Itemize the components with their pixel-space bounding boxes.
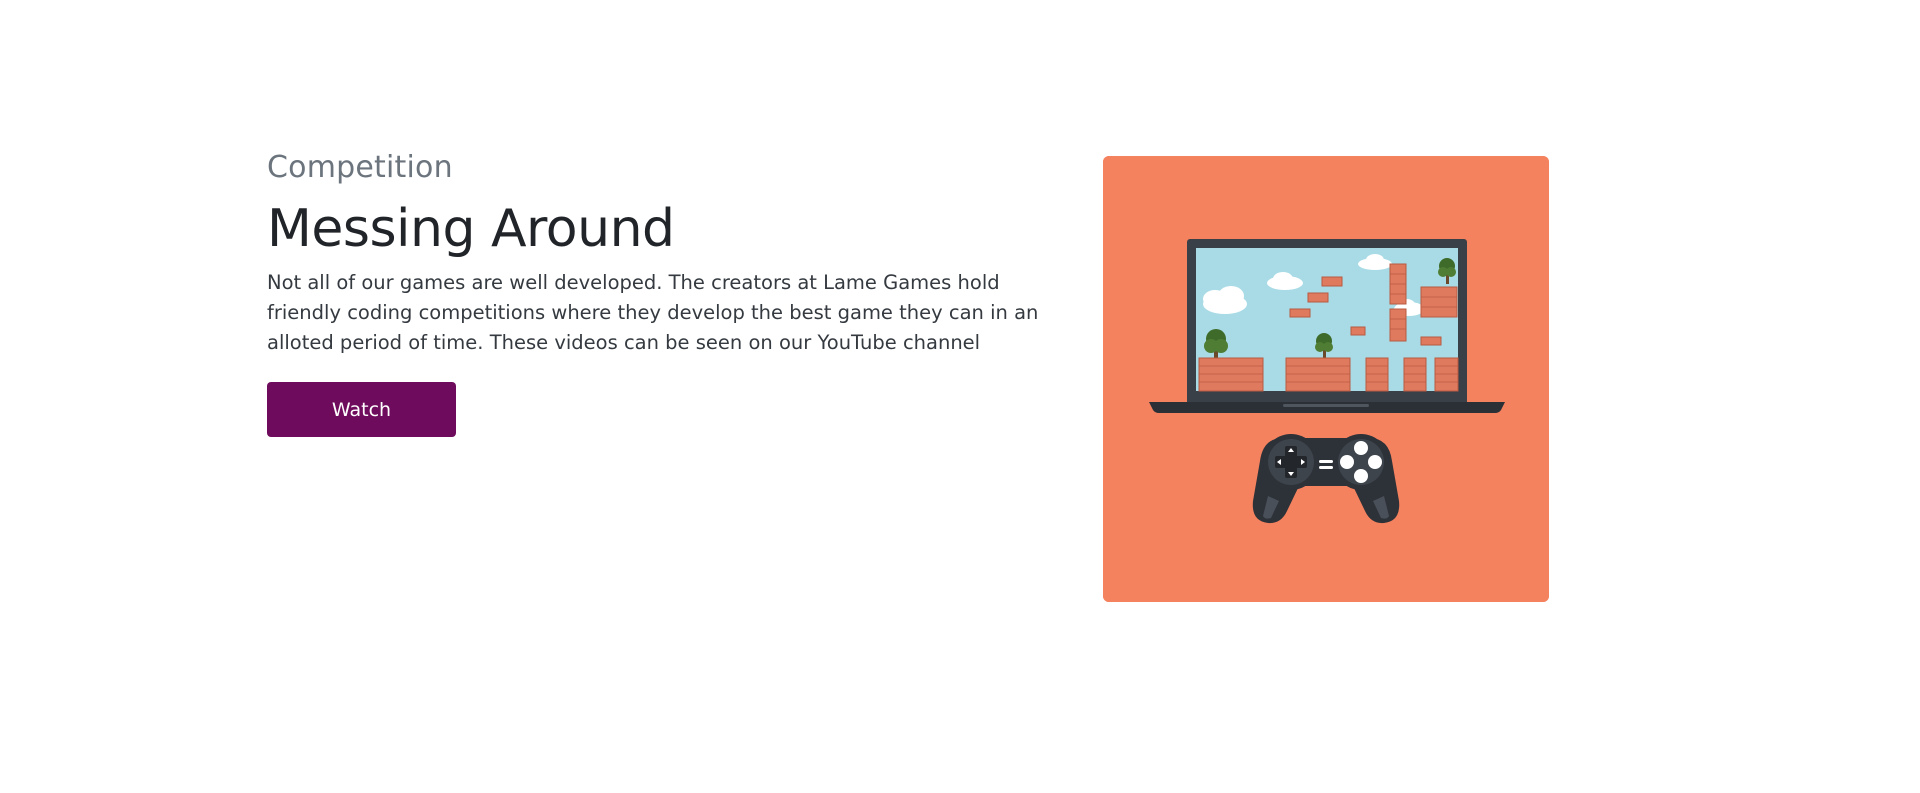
brick-platform-icon — [1198, 357, 1459, 392]
feature-section: Competition Messing Around Not all of ou… — [0, 0, 1920, 793]
section-description: Not all of our games are well developed.… — [267, 271, 1039, 355]
watch-button[interactable]: Watch — [267, 382, 456, 438]
section-title: Messing Around — [267, 199, 675, 259]
laptop-icon — [1149, 239, 1505, 413]
game-illustration — [1103, 156, 1549, 602]
feature-text: Competition Messing Around Not all of ou… — [267, 150, 1067, 438]
section-eyebrow: Competition — [267, 150, 453, 185]
